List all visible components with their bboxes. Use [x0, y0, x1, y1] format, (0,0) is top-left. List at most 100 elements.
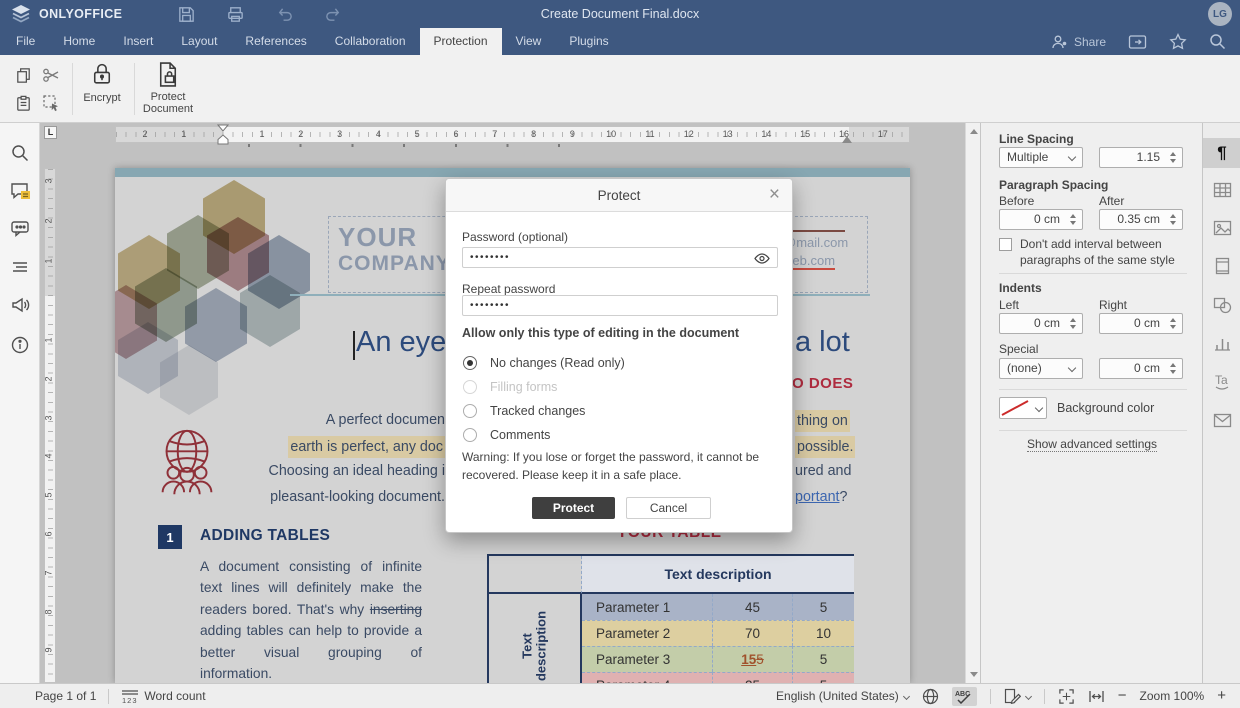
page-indicator[interactable]: Page 1 of 1	[35, 689, 96, 703]
close-icon[interactable]: ×	[769, 183, 780, 207]
spin-down-icon[interactable]	[1070, 221, 1076, 225]
zoom-in-button[interactable]: +	[1217, 686, 1226, 706]
language-label: English (United States)	[776, 689, 899, 703]
zoom-out-button[interactable]: −	[1118, 686, 1127, 706]
spin-down-icon[interactable]	[1170, 159, 1176, 163]
undo-icon[interactable]	[275, 5, 294, 24]
chat-icon[interactable]	[10, 219, 30, 239]
spacing-before-spinner[interactable]: 0 cm	[999, 209, 1083, 230]
spin-up-icon[interactable]	[1170, 214, 1176, 218]
navigation-headings-icon[interactable]	[10, 257, 30, 277]
tab-collaboration[interactable]: Collaboration	[321, 28, 420, 55]
tab-view[interactable]: View	[502, 28, 556, 55]
spin-up-icon[interactable]	[1170, 318, 1176, 322]
fit-page-button[interactable]	[1058, 688, 1075, 705]
radio-circle-icon[interactable]	[463, 356, 477, 370]
header-footer-settings-tab[interactable]	[1203, 251, 1240, 281]
cancel-button[interactable]: Cancel	[626, 497, 711, 519]
about-info-icon[interactable]	[10, 335, 30, 355]
share-button[interactable]: Share	[1051, 33, 1106, 50]
tab-file[interactable]: File	[2, 28, 49, 55]
after-label: After	[1099, 194, 1124, 208]
paste-icon[interactable]	[12, 92, 34, 114]
table-settings-tab[interactable]	[1203, 175, 1240, 205]
protect-button[interactable]: Protect	[532, 497, 615, 519]
indent-markers[interactable]	[217, 124, 229, 146]
indent-left-spinner[interactable]: 0 cm	[999, 313, 1083, 334]
spin-up-icon[interactable]	[1170, 152, 1176, 156]
image-settings-tab[interactable]	[1203, 213, 1240, 243]
fit-width-button[interactable]	[1088, 689, 1105, 704]
spin-up-icon[interactable]	[1070, 214, 1076, 218]
chart-settings-tab[interactable]	[1203, 328, 1240, 358]
scroll-up-arrow[interactable]	[970, 129, 978, 134]
password-input[interactable]: ••••••••	[462, 247, 778, 268]
spin-down-icon[interactable]	[1170, 370, 1176, 374]
vertical-ruler[interactable]: 321123456789	[44, 168, 56, 683]
svg-text:123: 123	[122, 696, 138, 704]
cut-icon[interactable]	[40, 64, 62, 86]
spacing-after-spinner[interactable]: 0.35 cm	[1099, 209, 1183, 230]
tab-references[interactable]: References	[231, 28, 320, 55]
tab-plugins[interactable]: Plugins	[555, 28, 622, 55]
special-dropdown[interactable]: (none)	[999, 358, 1083, 379]
mail-merge-settings-tab[interactable]	[1203, 405, 1240, 435]
spin-down-icon[interactable]	[1170, 325, 1176, 329]
copy-icon[interactable]	[12, 64, 34, 86]
radio-option-comments[interactable]: Comments	[463, 427, 550, 442]
right-indent-marker[interactable]	[842, 136, 852, 143]
paragraph-settings-tab[interactable]: ¶	[1203, 138, 1240, 168]
comments-icon[interactable]	[10, 181, 30, 201]
spin-up-icon[interactable]	[1070, 318, 1076, 322]
language-selector[interactable]: English (United States)	[776, 689, 909, 703]
interval-checkbox-label: Don't add interval betweenparagraphs of …	[1020, 236, 1175, 268]
user-avatar[interactable]: LG	[1208, 2, 1232, 26]
search-icon[interactable]	[1209, 33, 1226, 50]
ruler-number: 9	[44, 648, 54, 653]
tab-insert[interactable]: Insert	[109, 28, 167, 55]
tab-layout[interactable]: Layout	[167, 28, 231, 55]
radio-option-tracked-changes[interactable]: Tracked changes	[463, 403, 585, 418]
spin-down-icon[interactable]	[1070, 325, 1076, 329]
line-spacing-dropdown[interactable]: Multiple	[999, 147, 1083, 168]
scroll-down-arrow[interactable]	[970, 672, 978, 677]
indent-right-spinner[interactable]: 0 cm	[1099, 313, 1183, 334]
redo-icon[interactable]	[324, 5, 343, 24]
radio-circle-icon[interactable]	[463, 428, 477, 442]
radio-circle-icon[interactable]	[463, 404, 477, 418]
repeat-password-input[interactable]: ••••••••	[462, 295, 778, 316]
find-icon[interactable]	[10, 143, 30, 163]
vertical-scrollbar[interactable]	[965, 123, 980, 683]
interval-checkbox[interactable]	[999, 238, 1012, 251]
shape-settings-tab[interactable]	[1203, 290, 1240, 320]
tab-home[interactable]: Home	[49, 28, 109, 55]
radio-option-no-changes-read-only[interactable]: No changes (Read only)	[463, 355, 625, 370]
print-icon[interactable]	[226, 5, 245, 24]
set-language-globe-icon[interactable]	[922, 688, 939, 705]
line-spacing-spinner[interactable]: 1.15	[1099, 147, 1183, 168]
save-icon[interactable]	[177, 5, 196, 24]
spell-check-toggle[interactable]: ABC	[952, 687, 977, 706]
show-password-eye-icon[interactable]	[754, 253, 770, 264]
text-art-settings-tab[interactable]: Ta	[1203, 366, 1240, 396]
dialog-header[interactable]: Protect ×	[446, 179, 792, 212]
spin-up-icon[interactable]	[1170, 363, 1176, 367]
horizontal-ruler[interactable]: 211234567891011121314151617	[115, 126, 910, 143]
word-count-button[interactable]: 123 Word count	[121, 689, 205, 704]
track-changes-toggle[interactable]	[1004, 688, 1031, 704]
background-color-swatch[interactable]	[999, 397, 1047, 419]
special-amount-spinner[interactable]: 0 cm	[1099, 358, 1183, 379]
protect-document-button[interactable]: Protect Document	[139, 61, 197, 115]
tab-stop-selector[interactable]: L	[44, 126, 57, 139]
favorite-star-icon[interactable]	[1169, 33, 1187, 50]
spin-down-icon[interactable]	[1170, 221, 1176, 225]
document-lock-icon	[155, 61, 181, 88]
advanced-settings-link[interactable]: Show advanced settings	[981, 437, 1203, 451]
open-file-location-icon[interactable]	[1128, 34, 1147, 50]
hyperlink-fragment[interactable]: portant	[795, 489, 840, 505]
feedback-icon[interactable]	[10, 295, 30, 315]
table-row-label: Parameter 2	[582, 620, 712, 646]
encrypt-button[interactable]: Encrypt	[76, 61, 128, 104]
tab-protection[interactable]: Protection	[420, 28, 502, 55]
select-all-icon[interactable]	[40, 92, 62, 114]
